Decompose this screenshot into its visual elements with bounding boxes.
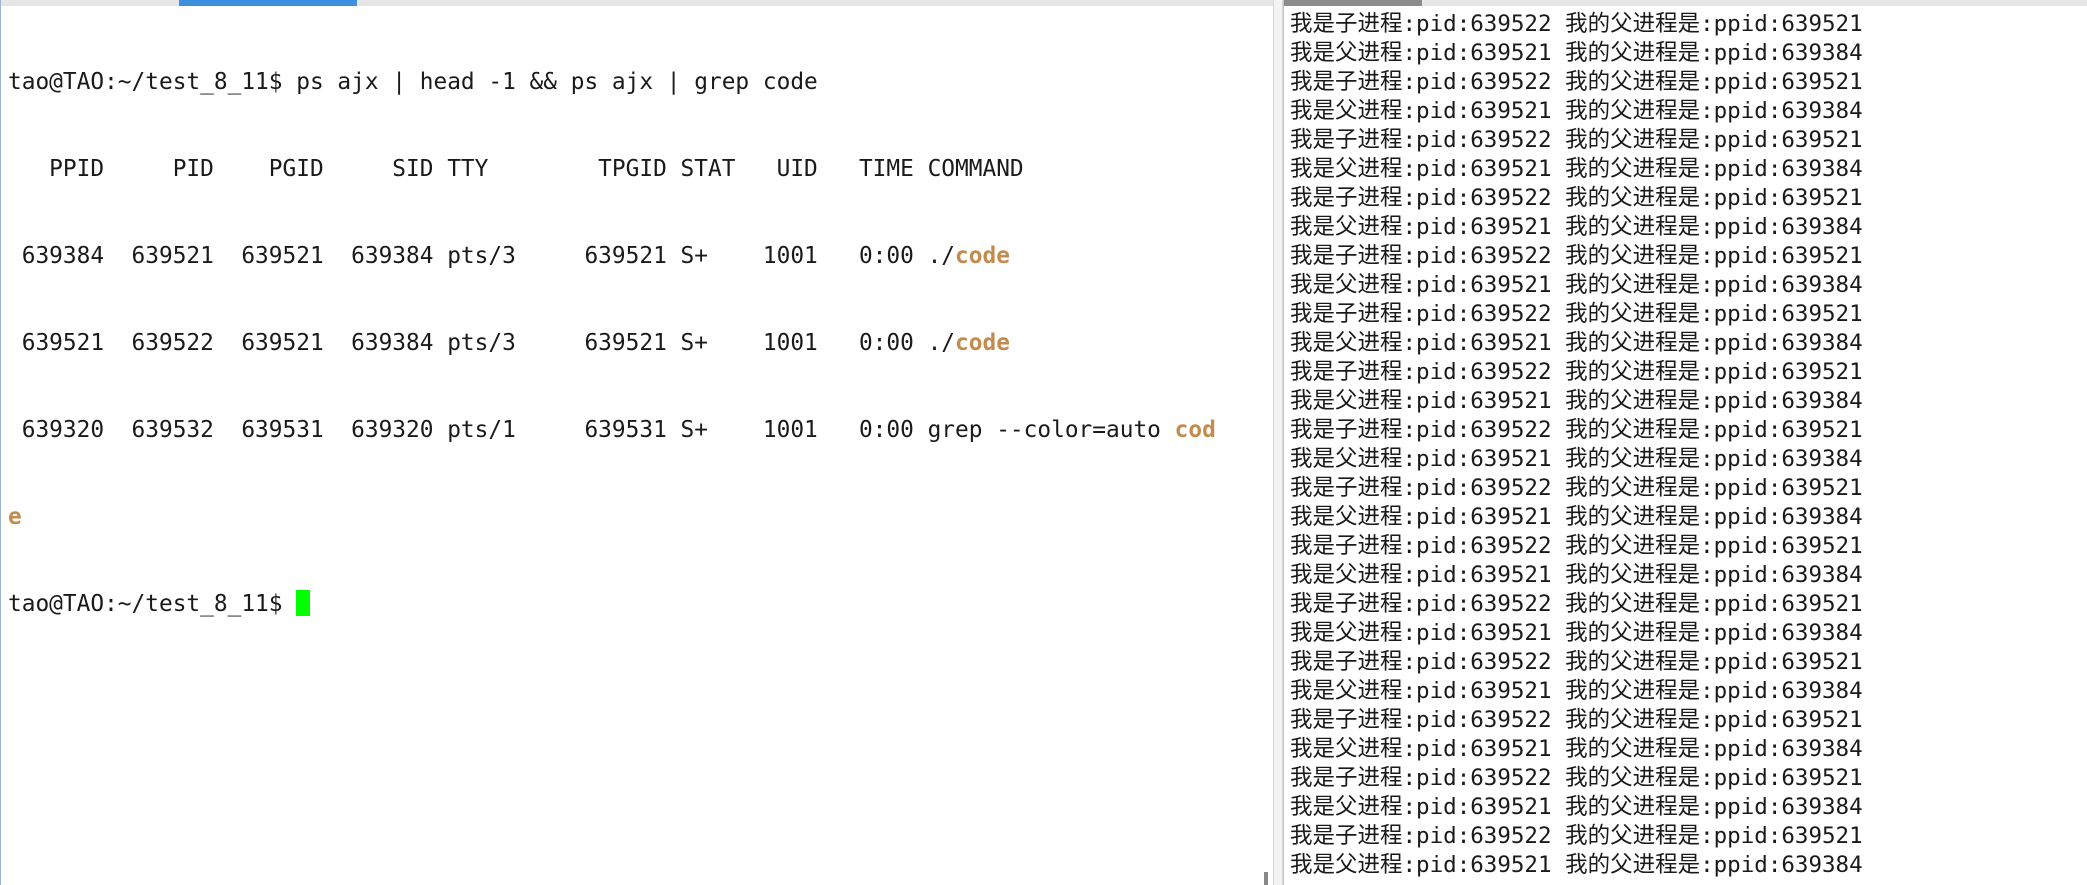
child-output-line: 我是子进程:pid:639522 我的父进程是:ppid:639521 [1290, 475, 1863, 501]
left-terminal-pane[interactable]: tao@TAO:~/test_8_11$ ps ajx | head -1 &&… [0, 0, 1274, 885]
child-output-line: 我是子进程:pid:639522 我的父进程是:ppid:639521 [1290, 11, 1863, 37]
right-terminal-output: 我是子进程:pid:639522 我的父进程是:ppid:639521 我是父进程… [1290, 10, 1863, 880]
parent-output-line: 我是父进程:pid:639521 我的父进程是:ppid:639384 [1290, 446, 1863, 472]
command-text: ps ajx | head -1 && ps ajx | grep code [296, 69, 818, 95]
parent-output-line: 我是父进程:pid:639521 我的父进程是:ppid:639384 [1290, 98, 1863, 124]
child-output-line: 我是子进程:pid:639522 我的父进程是:ppid:639521 [1290, 243, 1863, 269]
child-output-line: 我是子进程:pid:639522 我的父进程是:ppid:639521 [1290, 359, 1863, 385]
parent-output-line: 我是父进程:pid:639521 我的父进程是:ppid:639384 [1290, 330, 1863, 356]
child-output-line: 我是子进程:pid:639522 我的父进程是:ppid:639521 [1290, 591, 1863, 617]
parent-output-line: 我是父进程:pid:639521 我的父进程是:ppid:639384 [1290, 388, 1863, 414]
shell-prompt: tao@TAO:~/test_8_11$ [8, 69, 297, 95]
child-output-line: 我是子进程:pid:639522 我的父进程是:ppid:639521 [1290, 185, 1863, 211]
command-line: tao@TAO:~/test_8_11$ ps ajx | head -1 &&… [8, 68, 1216, 97]
ps-header: PPID PID PGID SID TTY TPGID STAT UID TIM… [8, 156, 1024, 182]
ps-row: 639320 639532 639531 639320 pts/1 639531… [8, 417, 1216, 443]
right-terminal-pane[interactable]: 我是子进程:pid:639522 我的父进程是:ppid:639521 我是父进程… [1283, 0, 2087, 885]
parent-output-line: 我是父进程:pid:639521 我的父进程是:ppid:639384 [1290, 214, 1863, 240]
child-output-line: 我是子进程:pid:639522 我的父进程是:ppid:639521 [1290, 533, 1863, 559]
left-active-tab[interactable] [179, 0, 357, 6]
ps-row: 639384 639521 639521 639384 pts/3 639521… [8, 243, 1010, 269]
pane-divider[interactable] [1273, 0, 1283, 885]
grep-highlight: code [955, 330, 1010, 356]
terminal-cursor [296, 590, 311, 616]
child-output-line: 我是子进程:pid:639522 我的父进程是:ppid:639521 [1290, 127, 1863, 153]
parent-output-line: 我是父进程:pid:639521 我的父进程是:ppid:639384 [1290, 40, 1863, 66]
parent-output-line: 我是父进程:pid:639521 我的父进程是:ppid:639384 [1290, 620, 1863, 646]
grep-highlight: cod [1174, 417, 1216, 443]
left-terminal-output: tao@TAO:~/test_8_11$ ps ajx | head -1 &&… [8, 10, 1216, 677]
child-output-line: 我是子进程:pid:639522 我的父进程是:ppid:639521 [1290, 649, 1863, 675]
grep-highlight: e [8, 504, 22, 530]
parent-output-line: 我是父进程:pid:639521 我的父进程是:ppid:639384 [1290, 156, 1863, 182]
child-output-line: 我是子进程:pid:639522 我的父进程是:ppid:639521 [1290, 417, 1863, 443]
parent-output-line: 我是父进程:pid:639521 我的父进程是:ppid:639384 [1290, 562, 1863, 588]
shell-prompt: tao@TAO:~/test_8_11$ [8, 591, 297, 617]
parent-output-line: 我是父进程:pid:639521 我的父进程是:ppid:639384 [1290, 852, 1863, 878]
child-output-line: 我是子进程:pid:639522 我的父进程是:ppid:639521 [1290, 823, 1863, 849]
parent-output-line: 我是父进程:pid:639521 我的父进程是:ppid:639384 [1290, 794, 1863, 820]
child-output-line: 我是子进程:pid:639522 我的父进程是:ppid:639521 [1290, 69, 1863, 95]
ps-row: 639521 639522 639521 639384 pts/3 639521… [8, 330, 1010, 356]
parent-output-line: 我是父进程:pid:639521 我的父进程是:ppid:639384 [1290, 736, 1863, 762]
child-output-line: 我是子进程:pid:639522 我的父进程是:ppid:639521 [1290, 707, 1863, 733]
grep-highlight: code [955, 243, 1010, 269]
parent-output-line: 我是父进程:pid:639521 我的父进程是:ppid:639384 [1290, 678, 1863, 704]
parent-output-line: 我是父进程:pid:639521 我的父进程是:ppid:639384 [1290, 504, 1863, 530]
right-active-tab[interactable] [1284, 0, 1422, 6]
scrollbar-thumb[interactable] [1264, 872, 1268, 885]
ps-row-wrap: e [8, 503, 1216, 532]
child-output-line: 我是子进程:pid:639522 我的父进程是:ppid:639521 [1290, 765, 1863, 791]
child-output-line: 我是子进程:pid:639522 我的父进程是:ppid:639521 [1290, 301, 1863, 327]
final-prompt-line[interactable]: tao@TAO:~/test_8_11$ [8, 590, 1216, 619]
parent-output-line: 我是父进程:pid:639521 我的父进程是:ppid:639384 [1290, 272, 1863, 298]
